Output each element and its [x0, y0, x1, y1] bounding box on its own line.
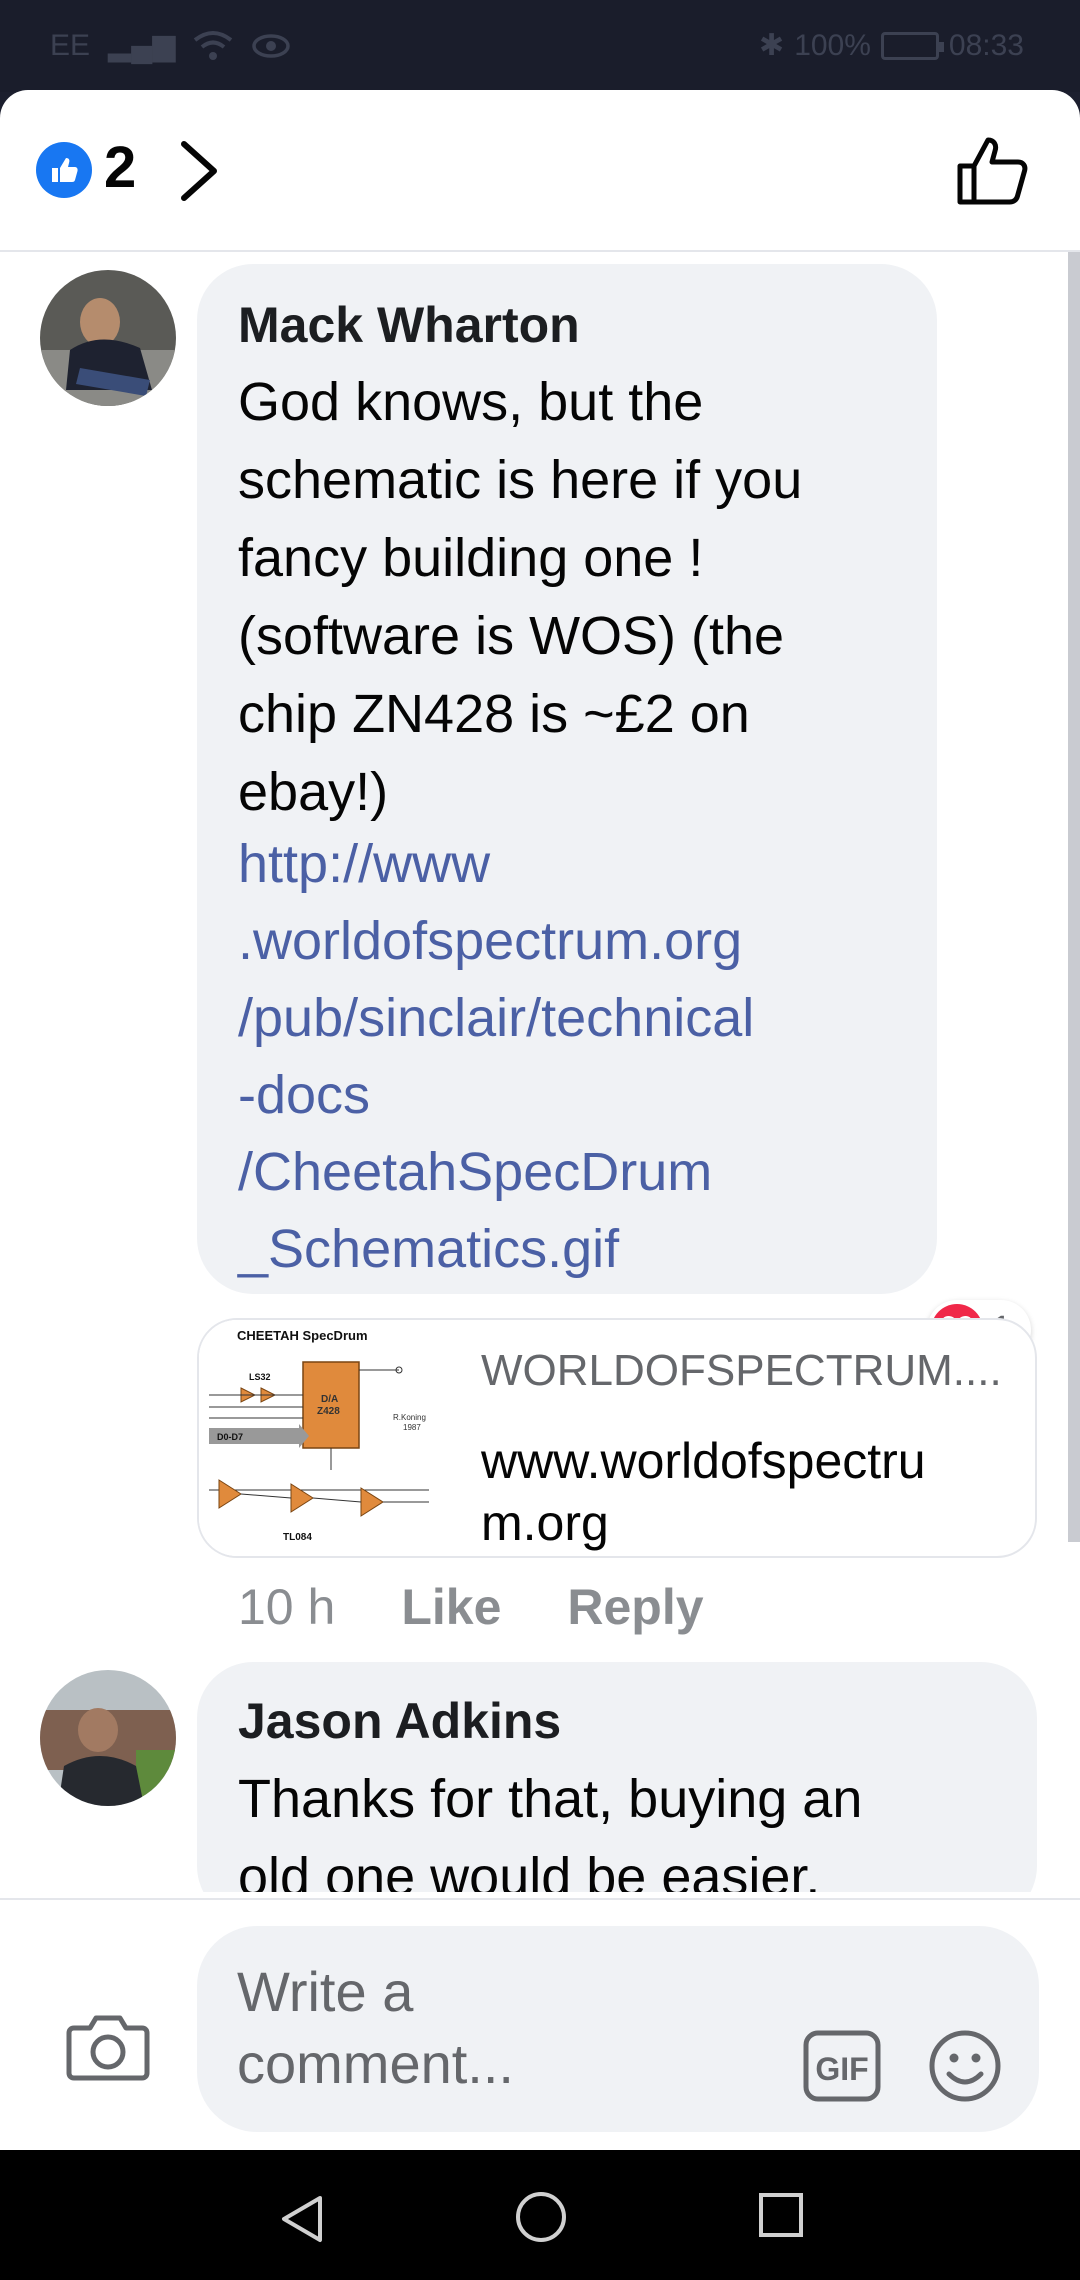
scrollbar[interactable]: [1068, 252, 1080, 1542]
thumb-title: CHEETAH SpecDrum: [237, 1328, 368, 1343]
comment-composer: Write a comment... GIF: [0, 1898, 1080, 2150]
wifi-icon: [194, 30, 233, 60]
signal-icon: ▂▄▆: [108, 29, 176, 62]
link-preview-domain: WORLDOFSPECTRUM....: [481, 1346, 1002, 1395]
comment-text: God knows, but the schematic is here if …: [238, 372, 803, 822]
comments-sheet: 2 Mack Wharton God knows, but the schema…: [0, 90, 1080, 2150]
svg-text:1987: 1987: [403, 1423, 421, 1432]
gif-icon[interactable]: GIF: [803, 2030, 881, 2102]
svg-text:D0-D7: D0-D7: [217, 1432, 243, 1442]
svg-text:D/A: D/A: [321, 1394, 338, 1405]
like-count[interactable]: 2: [104, 134, 136, 201]
comment-placeholder: Write a comment...: [237, 1960, 514, 2095]
like-button[interactable]: Like: [401, 1578, 501, 1636]
link-preview[interactable]: CHEETAH SpecDrum LS32 D/A Z428 D0-D7 R.K: [197, 1318, 1037, 1558]
comment-link[interactable]: http://www .worldofspectrum.org /pub/sin…: [238, 826, 918, 1288]
comment-actions: 10 h Like Reply: [238, 1578, 704, 1636]
bluetooth-icon: ✱: [759, 29, 785, 62]
reply-button[interactable]: Reply: [567, 1578, 703, 1636]
svg-text:TL084: TL084: [283, 1532, 312, 1543]
comment-thread[interactable]: Mack Wharton God knows, but the schemati…: [0, 252, 1080, 1892]
comment-timestamp: 10 h: [238, 1579, 336, 1635]
reactions-header: 2: [0, 90, 1080, 252]
svg-text:Z428: Z428: [317, 1406, 340, 1417]
comment-text: Thanks for that, buying an old one would…: [238, 1769, 863, 1892]
comment-author[interactable]: Mack Wharton: [238, 296, 580, 354]
battery-icon: [880, 31, 944, 60]
comment-input[interactable]: Write a comment... GIF: [197, 1926, 1039, 2132]
avatar[interactable]: [40, 270, 176, 406]
svg-text:R.Koning: R.Koning: [393, 1413, 426, 1422]
camera-icon[interactable]: [66, 2012, 150, 2084]
avatar[interactable]: [40, 1670, 176, 1806]
carrier-label: EE: [50, 28, 91, 62]
status-bar: EE ▂▄▆ ✱ 100% 08:33: [0, 0, 1080, 92]
thumbs-up-icon[interactable]: [956, 132, 1032, 208]
link-preview-title: www.worldofspectru m.org: [481, 1433, 926, 1551]
back-icon[interactable]: [276, 2192, 328, 2246]
comment-author[interactable]: Jason Adkins: [238, 1692, 561, 1750]
svg-text:LS32: LS32: [249, 1372, 271, 1382]
eye-icon: [252, 33, 291, 58]
svg-text:GIF: GIF: [815, 2051, 868, 2087]
like-badge-icon[interactable]: [36, 142, 92, 198]
system-nav-bar: [0, 2150, 1080, 2280]
recents-icon[interactable]: [758, 2192, 804, 2238]
emoji-icon[interactable]: [927, 2028, 1003, 2104]
link-preview-thumbnail: CHEETAH SpecDrum LS32 D/A Z428 D0-D7 R.K: [199, 1320, 441, 1556]
chevron-right-icon[interactable]: [170, 136, 230, 206]
battery-percent: 100%: [794, 28, 871, 62]
home-icon[interactable]: [514, 2190, 568, 2244]
clock: 08:33: [948, 28, 1024, 62]
